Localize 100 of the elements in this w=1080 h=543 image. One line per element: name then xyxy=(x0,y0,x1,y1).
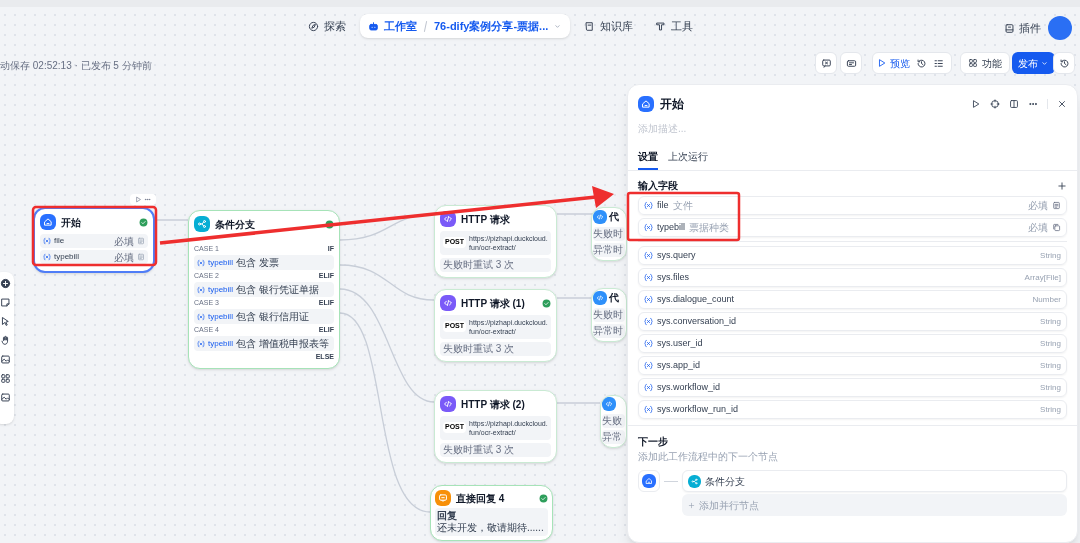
handler-text: 异常时 xyxy=(593,324,625,338)
required-tag: 必填 xyxy=(1028,220,1048,235)
image-icon[interactable] xyxy=(0,354,11,365)
history-icon xyxy=(1058,57,1070,69)
node-title: 直接回复 4 xyxy=(456,491,505,506)
play-icon[interactable] xyxy=(971,99,981,109)
variable-icon xyxy=(644,405,653,414)
variable-name: typebill xyxy=(208,337,233,350)
handler-text: 失败时 xyxy=(593,227,625,241)
workflow-node[interactable]: 开始 file 必填 typebill 必填 xyxy=(33,207,155,273)
pointer-icon[interactable] xyxy=(0,316,11,327)
tool-icon xyxy=(655,20,667,32)
variable-name: sys.dialogue_count xyxy=(657,292,735,306)
branch-node-icon xyxy=(194,216,210,232)
node-title: HTTP 请求 (1) xyxy=(461,296,525,311)
split-view-icon[interactable] xyxy=(1009,99,1019,109)
type-label: String xyxy=(1040,359,1061,372)
code-node-icon xyxy=(593,290,607,305)
variable-name: typebill xyxy=(208,256,233,269)
variable-name: sys.user_id xyxy=(657,336,703,350)
grid-icon[interactable] xyxy=(0,373,11,384)
code-node-icon xyxy=(440,396,456,412)
variable-name: file xyxy=(657,198,669,212)
play-icon xyxy=(877,58,887,68)
operator-text: 包含 xyxy=(235,256,256,270)
variable-name: sys.app_id xyxy=(657,358,701,372)
target-icon[interactable] xyxy=(990,99,1000,109)
handler-text: 异常时 xyxy=(593,243,625,257)
next-node-name: 条件分支 xyxy=(705,474,745,489)
branch-node-icon xyxy=(688,474,701,488)
env-icon xyxy=(845,57,857,69)
variable-icon xyxy=(644,317,653,326)
condition-value: 银行信用证 xyxy=(258,310,309,324)
condition-value: 发票 xyxy=(258,256,279,270)
doc-icon xyxy=(137,253,145,261)
checklist-icon[interactable] xyxy=(933,57,944,69)
code-node-icon xyxy=(593,209,607,224)
next-node-item[interactable]: 条件分支 xyxy=(682,470,1067,492)
node-title: 代 xyxy=(609,291,619,305)
variable-icon xyxy=(197,285,205,294)
add-node-icon[interactable] xyxy=(0,278,11,289)
node-title: HTTP 请求 xyxy=(461,212,510,227)
node-title: HTTP 请求 (2) xyxy=(461,397,525,412)
message-icon xyxy=(820,57,832,69)
type-label: String xyxy=(1040,249,1061,262)
node-title: 开始 xyxy=(61,215,81,230)
history-run-icon[interactable] xyxy=(916,57,927,69)
home-node-icon xyxy=(638,96,654,112)
compass-icon xyxy=(308,20,319,32)
variable-name: sys.files xyxy=(657,270,689,284)
retry-text: 失败时重试 3 次 xyxy=(440,443,551,457)
type-label: Array[File] xyxy=(1024,271,1061,284)
add-icon[interactable] xyxy=(1057,180,1067,191)
panel-tab[interactable]: 设置 xyxy=(638,149,658,170)
preview-button[interactable]: 预览 xyxy=(877,55,910,71)
copy-icon xyxy=(1052,223,1061,232)
history-button[interactable] xyxy=(1053,52,1075,74)
node-title: 条件分支 xyxy=(215,217,255,232)
operator-text: 包含 xyxy=(235,310,256,324)
section-title: 输入字段 xyxy=(638,179,678,193)
condition-value: 银行凭证单据 xyxy=(258,283,319,297)
field-name: file xyxy=(54,235,65,247)
close-icon[interactable] xyxy=(1057,99,1067,109)
variable-name: typebill xyxy=(208,283,233,296)
grid-icon xyxy=(968,58,978,68)
workflow-node[interactable]: 失败 异常 xyxy=(600,395,627,448)
image-icon[interactable] xyxy=(0,392,11,403)
type-label: String xyxy=(1040,337,1061,350)
nav-tab[interactable]: 工具 xyxy=(647,14,702,38)
workflow-node[interactable]: 直接回复 4 回复 还未开发，敬请期待...... xyxy=(430,485,553,541)
env-button[interactable] xyxy=(840,52,862,74)
features-button[interactable]: 功能 xyxy=(960,52,1010,74)
operator-text: 包含 xyxy=(235,337,256,351)
retry-text: 失败时重试 3 次 xyxy=(440,342,551,356)
nav-tab[interactable]: 工作室 76-dify案例分享-票据... xyxy=(360,14,571,38)
variable-name: sys.workflow_id xyxy=(657,380,721,394)
variable-name: sys.conversation_id xyxy=(657,314,737,328)
variable-name: sys.query xyxy=(657,248,696,262)
nav-tab[interactable]: 知识库 xyxy=(576,14,642,38)
workflow-node[interactable]: 代 失败时 异常时 xyxy=(591,288,627,342)
plugins-link[interactable]: 插件 xyxy=(1004,20,1041,37)
robot-icon xyxy=(368,20,379,32)
required-tag: 必填 xyxy=(1028,198,1048,213)
variable-icon xyxy=(197,258,205,267)
doc-icon xyxy=(1052,201,1061,210)
message-button[interactable] xyxy=(815,52,837,74)
more-icon[interactable] xyxy=(144,196,151,203)
doc-icon xyxy=(137,237,145,245)
plug-icon xyxy=(1004,22,1015,34)
handler-text: 异常 xyxy=(602,430,625,444)
publish-button[interactable]: 发布 xyxy=(1012,52,1055,74)
panel-tab[interactable]: 上次运行 xyxy=(668,149,708,170)
workflow-node[interactable]: 代 失败时 异常时 xyxy=(591,207,627,261)
node-title: 代 xyxy=(609,210,619,224)
avatar[interactable] xyxy=(1048,16,1072,40)
variable-icon xyxy=(43,237,51,245)
variable-icon xyxy=(644,273,653,282)
nav-tab[interactable]: 探索 xyxy=(300,14,354,38)
note-icon[interactable] xyxy=(0,297,11,308)
hand-icon[interactable] xyxy=(0,335,11,346)
